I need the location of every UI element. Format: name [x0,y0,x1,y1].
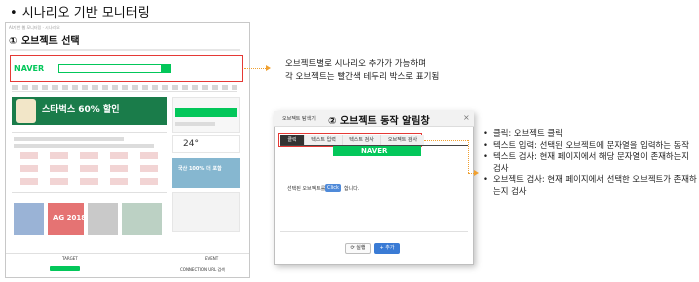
action-descriptions: 클릭: 오브젝트 클릭 텍스트 입력: 선택된 오브젝트에 문자열을 입력하는 … [483,128,697,198]
news-thumbnail[interactable] [122,203,162,235]
browser-tiny-header: AI기반 웹 모니터링 · 시나리오 [9,25,60,30]
dialog-hint-prefix: 선택된 오브젝트를 [287,186,326,192]
naver-logo[interactable]: NAVER [14,64,44,73]
bullet-object-check: 오브젝트 검사: 현재 페이지에서 선택한 오브젝트가 존재하는지 검사 [483,174,697,197]
action-tabs: 클릭 텍스트 입력 텍스트 검사 오브젝트 검사 [280,135,424,145]
add-button[interactable]: + 추가 [374,243,400,254]
tab-object-check[interactable]: 오브젝트 검사 [380,135,424,145]
login-links [175,122,215,126]
object-note-line2: 각 오브젝트는 빨간색 테두리 박스로 표기됨 [285,72,440,82]
news-line [14,144,154,148]
side-banner-ad[interactable] [172,158,240,188]
target-button[interactable] [50,266,80,271]
divider [12,192,167,193]
arrow-icon [474,170,479,176]
weather-temperature: 24° [183,139,199,149]
divider [12,132,167,133]
object-note-line1: 오브젝트별로 시나리오 추가가 가능하며 [285,59,427,69]
side-widget [172,192,240,232]
execute-button[interactable]: ⟳ 실행 [345,243,371,254]
divider [6,253,249,254]
bullet-text-check: 텍스트 검사: 현재 페이지에서 해당 문자열이 존재하는지 검사 [483,151,697,174]
news-thumbnail-text: AG 2018 [53,214,87,222]
news-thumbnail[interactable] [14,203,44,235]
naver-menu-bar [12,85,237,90]
section1-title: ① 오브젝트 선택 [9,32,80,47]
naver-search-button[interactable] [161,64,171,73]
naver-login-button[interactable] [175,108,237,117]
object-note: 오브젝트별로 시나리오 추가가 가능하며 각 오브젝트는 빨간색 테두리 박스로… [285,58,439,84]
tab-text-input[interactable]: 텍스트 입력 [304,135,342,145]
divider [12,91,237,92]
action-badge: Click [325,184,341,192]
bullet-text-input: 텍스트 입력: 선택된 오브젝트에 문자열을 입력하는 동작 [483,140,697,152]
side-banner-text: 국산 100% 더 포함 [178,166,222,172]
event-label: EVENT [205,256,219,261]
selected-object-preview-text: NAVER [361,147,388,155]
dialog-title: 오브젝트 탐색기 [282,116,316,122]
tab-text-check[interactable]: 텍스트 검사 [342,135,380,145]
arrow-icon [266,65,271,71]
naver-search-input[interactable] [58,64,163,73]
tab-click[interactable]: 클릭 [280,135,304,145]
connector-line [244,68,266,69]
news-line [14,137,124,141]
news-thumbnail[interactable] [88,203,118,235]
connection-url-label: CONNECTION URL 검색 [180,267,225,272]
section2-title: ② 오브젝트 동작 알림창 [328,116,430,127]
banner-ad-text: 스타벅스 60% 할인 [42,105,120,115]
bullet-click: 클릭: 오브젝트 클릭 [483,128,697,140]
divider [280,231,468,232]
press-logo-grid-mask [14,152,164,190]
divider [10,49,240,51]
slide-title: • 시나리오 기반 모니터링 [10,6,150,21]
connector-line [468,140,469,173]
close-icon[interactable]: × [463,113,470,122]
coffee-cup-image [16,99,36,123]
target-label: TARGET [62,256,78,261]
connector-line [424,140,468,141]
dialog-hint-suffix: 합니다. [344,186,360,192]
